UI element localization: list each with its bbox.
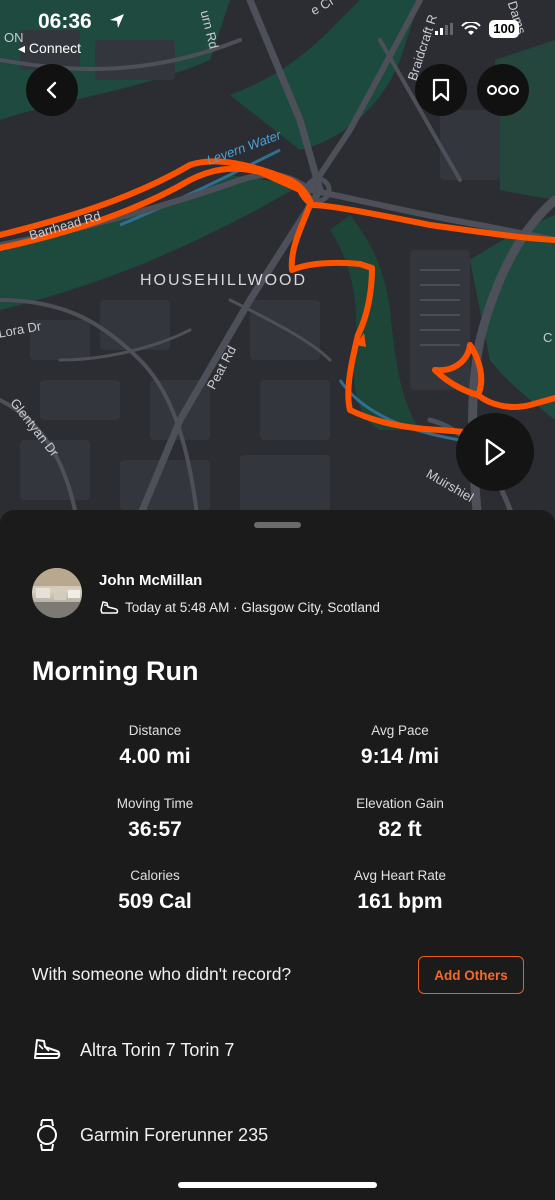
home-indicator[interactable] bbox=[178, 1182, 377, 1188]
signal-icon bbox=[435, 23, 454, 35]
play-flyover-button[interactable] bbox=[456, 413, 534, 491]
watch-icon bbox=[37, 1119, 57, 1151]
activity-title: Morning Run bbox=[32, 656, 199, 686]
stat-avg-pace: Avg Pace 9:14 /mi bbox=[290, 723, 510, 769]
athlete-name[interactable]: John McMillan bbox=[99, 572, 202, 589]
stat-value: 4.00 mi bbox=[119, 745, 191, 768]
stat-label: Calories bbox=[130, 868, 180, 883]
stat-label: Avg Pace bbox=[371, 723, 429, 738]
status-indicators: 100 bbox=[435, 20, 519, 38]
run-shoe-icon bbox=[100, 601, 119, 614]
location-arrow-icon bbox=[110, 14, 124, 28]
gear-shoes-row[interactable]: Altra Torin 7 Torin 7 bbox=[32, 1036, 234, 1064]
stat-value: 82 ft bbox=[378, 818, 422, 841]
stat-label: Elevation Gain bbox=[356, 796, 444, 811]
shoe-icon bbox=[34, 1039, 61, 1059]
stat-value: 161 bpm bbox=[357, 890, 443, 913]
stat-distance: Distance 4.00 mi bbox=[45, 723, 265, 769]
sheet-drag-handle[interactable] bbox=[254, 522, 301, 528]
bookmark-button[interactable] bbox=[415, 64, 467, 116]
gear-device-label: Garmin Forerunner 235 bbox=[80, 1124, 269, 1145]
stat-avg-heart-rate: Avg Heart Rate 161 bpm bbox=[290, 868, 510, 914]
chevron-left-icon bbox=[46, 81, 57, 99]
more-button[interactable] bbox=[477, 64, 529, 116]
stat-label: Avg Heart Rate bbox=[353, 868, 447, 883]
activity-meta: Today at 5:48 AM · Glasgow City, Scotlan… bbox=[99, 599, 380, 615]
activity-sheet: John McMillan Today at 5:48 AM · Glasgow… bbox=[0, 510, 555, 1200]
wifi-icon bbox=[461, 22, 482, 35]
stat-elevation-gain: Elevation Gain 82 ft bbox=[290, 796, 510, 842]
stat-value: 509 Cal bbox=[118, 890, 192, 913]
stat-calories: Calories 509 Cal bbox=[45, 868, 265, 914]
back-app-label: Connect bbox=[28, 40, 82, 56]
status-time: 06:36 bbox=[38, 10, 92, 33]
more-icon bbox=[487, 85, 519, 95]
avatar[interactable] bbox=[32, 568, 82, 618]
back-triangle-icon: ◂ bbox=[18, 40, 26, 56]
battery-indicator: 100 bbox=[489, 20, 519, 38]
stat-label: Distance bbox=[128, 723, 182, 738]
stat-value: 9:14 /mi bbox=[360, 745, 440, 768]
back-to-app-link[interactable]: ◂ Connect bbox=[18, 40, 81, 57]
stat-moving-time: Moving Time 36:57 bbox=[45, 796, 265, 842]
gear-shoes-label: Altra Torin 7 Torin 7 bbox=[80, 1039, 235, 1060]
gear-device-row[interactable]: Garmin Forerunner 235 bbox=[32, 1118, 268, 1152]
play-icon bbox=[485, 438, 506, 466]
stat-value: 36:57 bbox=[128, 818, 182, 841]
back-button[interactable] bbox=[26, 64, 78, 116]
activity-meta-text: Today at 5:48 AM · Glasgow City, Scotlan… bbox=[125, 599, 380, 615]
map-label-district: HOUSEHILLWOOD bbox=[140, 272, 308, 289]
stat-label: Moving Time bbox=[116, 796, 194, 811]
map-label-partial: C bbox=[543, 330, 553, 345]
with-others-prompt: With someone who didn't record? bbox=[32, 964, 292, 984]
bookmark-icon bbox=[432, 78, 450, 102]
add-others-button[interactable]: Add Others bbox=[418, 956, 524, 994]
avatar-photo bbox=[32, 568, 82, 618]
